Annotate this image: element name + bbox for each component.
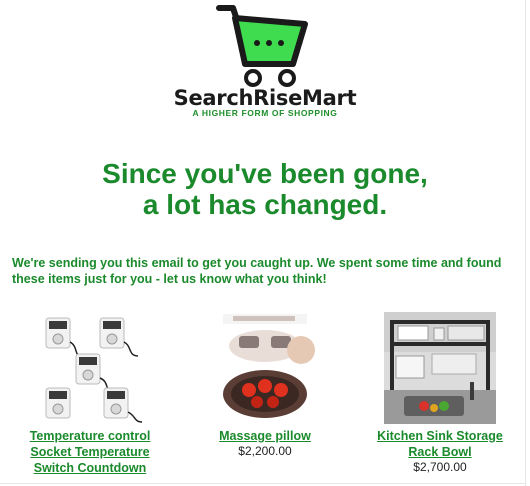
product-link-temperature-control[interactable]: Temperature control Socket Temperature S…: [15, 428, 165, 476]
massage-pillow-image[interactable]: [209, 312, 321, 424]
right-border: [525, 0, 526, 486]
bottom-border: [0, 483, 526, 484]
product-link-massage-pillow[interactable]: Massage pillow: [190, 428, 340, 444]
product-card-massage-pillow: Massage pillow $2,200.00: [190, 312, 340, 459]
product-price-sink-rack: $2,700.00: [413, 460, 467, 474]
sink-rack-image[interactable]: [384, 312, 496, 424]
product-price-massage-pillow: $2,200.00: [238, 444, 292, 458]
brand-tagline: A HIGHER FORM OF SHOPPING: [192, 108, 338, 118]
headline: Since you've been gone, a lot has change…: [0, 158, 530, 220]
shopping-cart-icon: [216, 5, 308, 87]
product-card-sink-rack: Kitchen Sink Storage Rack Bowl $2,700.00: [365, 312, 515, 475]
thermostat-sockets-image[interactable]: [34, 312, 146, 424]
product-card-temperature-control: Temperature control Socket Temperature S…: [15, 312, 165, 476]
intro-text: We're sending you this email to get you …: [12, 256, 502, 286]
product-link-sink-rack[interactable]: Kitchen Sink Storage Rack Bowl: [365, 428, 515, 460]
brand-logo[interactable]: SearchRiseMart A HIGHER FORM OF SHOPPING: [165, 0, 365, 125]
brand-name: SearchRiseMart: [173, 86, 357, 110]
headline-line-2: a lot has changed.: [142, 189, 388, 220]
headline-line-1: Since you've been gone,: [102, 158, 428, 189]
